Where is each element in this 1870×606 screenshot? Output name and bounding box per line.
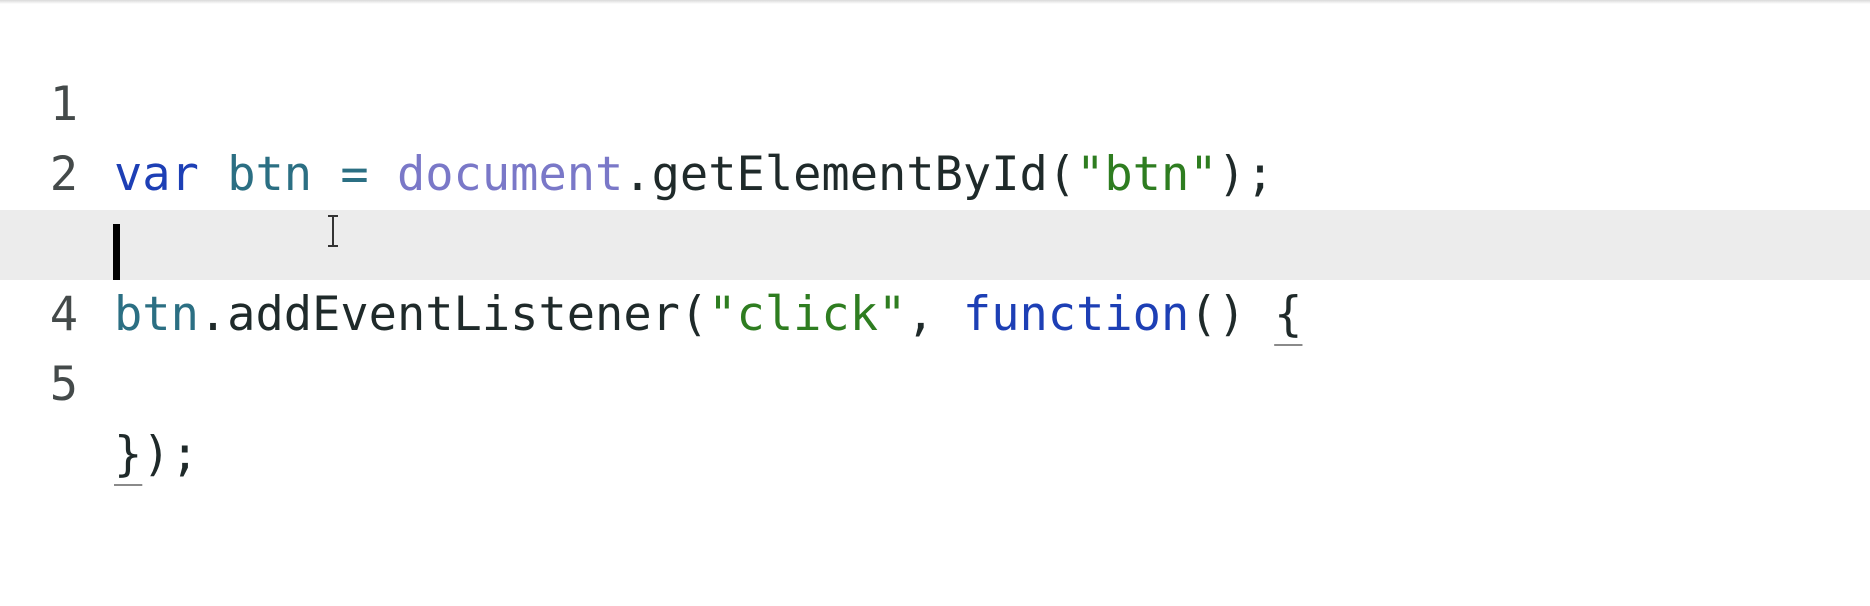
line-code[interactable]: }); — [114, 420, 199, 490]
text-caret — [113, 224, 120, 280]
line-number: 5 — [49, 357, 78, 412]
code-line-5[interactable]: 5 }); — [0, 280, 1870, 482]
code-line-1[interactable]: 1 var btn = document.getElementById("btn… — [0, 0, 1870, 202]
code-line-3[interactable]: 3 btn.addEventListener("click", function… — [0, 140, 1870, 342]
code-line-2[interactable]: 2 — [0, 70, 1870, 202]
matched-brace-close: } — [114, 427, 143, 482]
code-line-4-active[interactable]: 4 — [0, 210, 1870, 342]
code-editor[interactable]: 1 var btn = document.getElementById("btn… — [0, 0, 1870, 606]
code-token: ); — [142, 427, 199, 482]
text-cursor-ibeam-icon — [328, 215, 338, 247]
